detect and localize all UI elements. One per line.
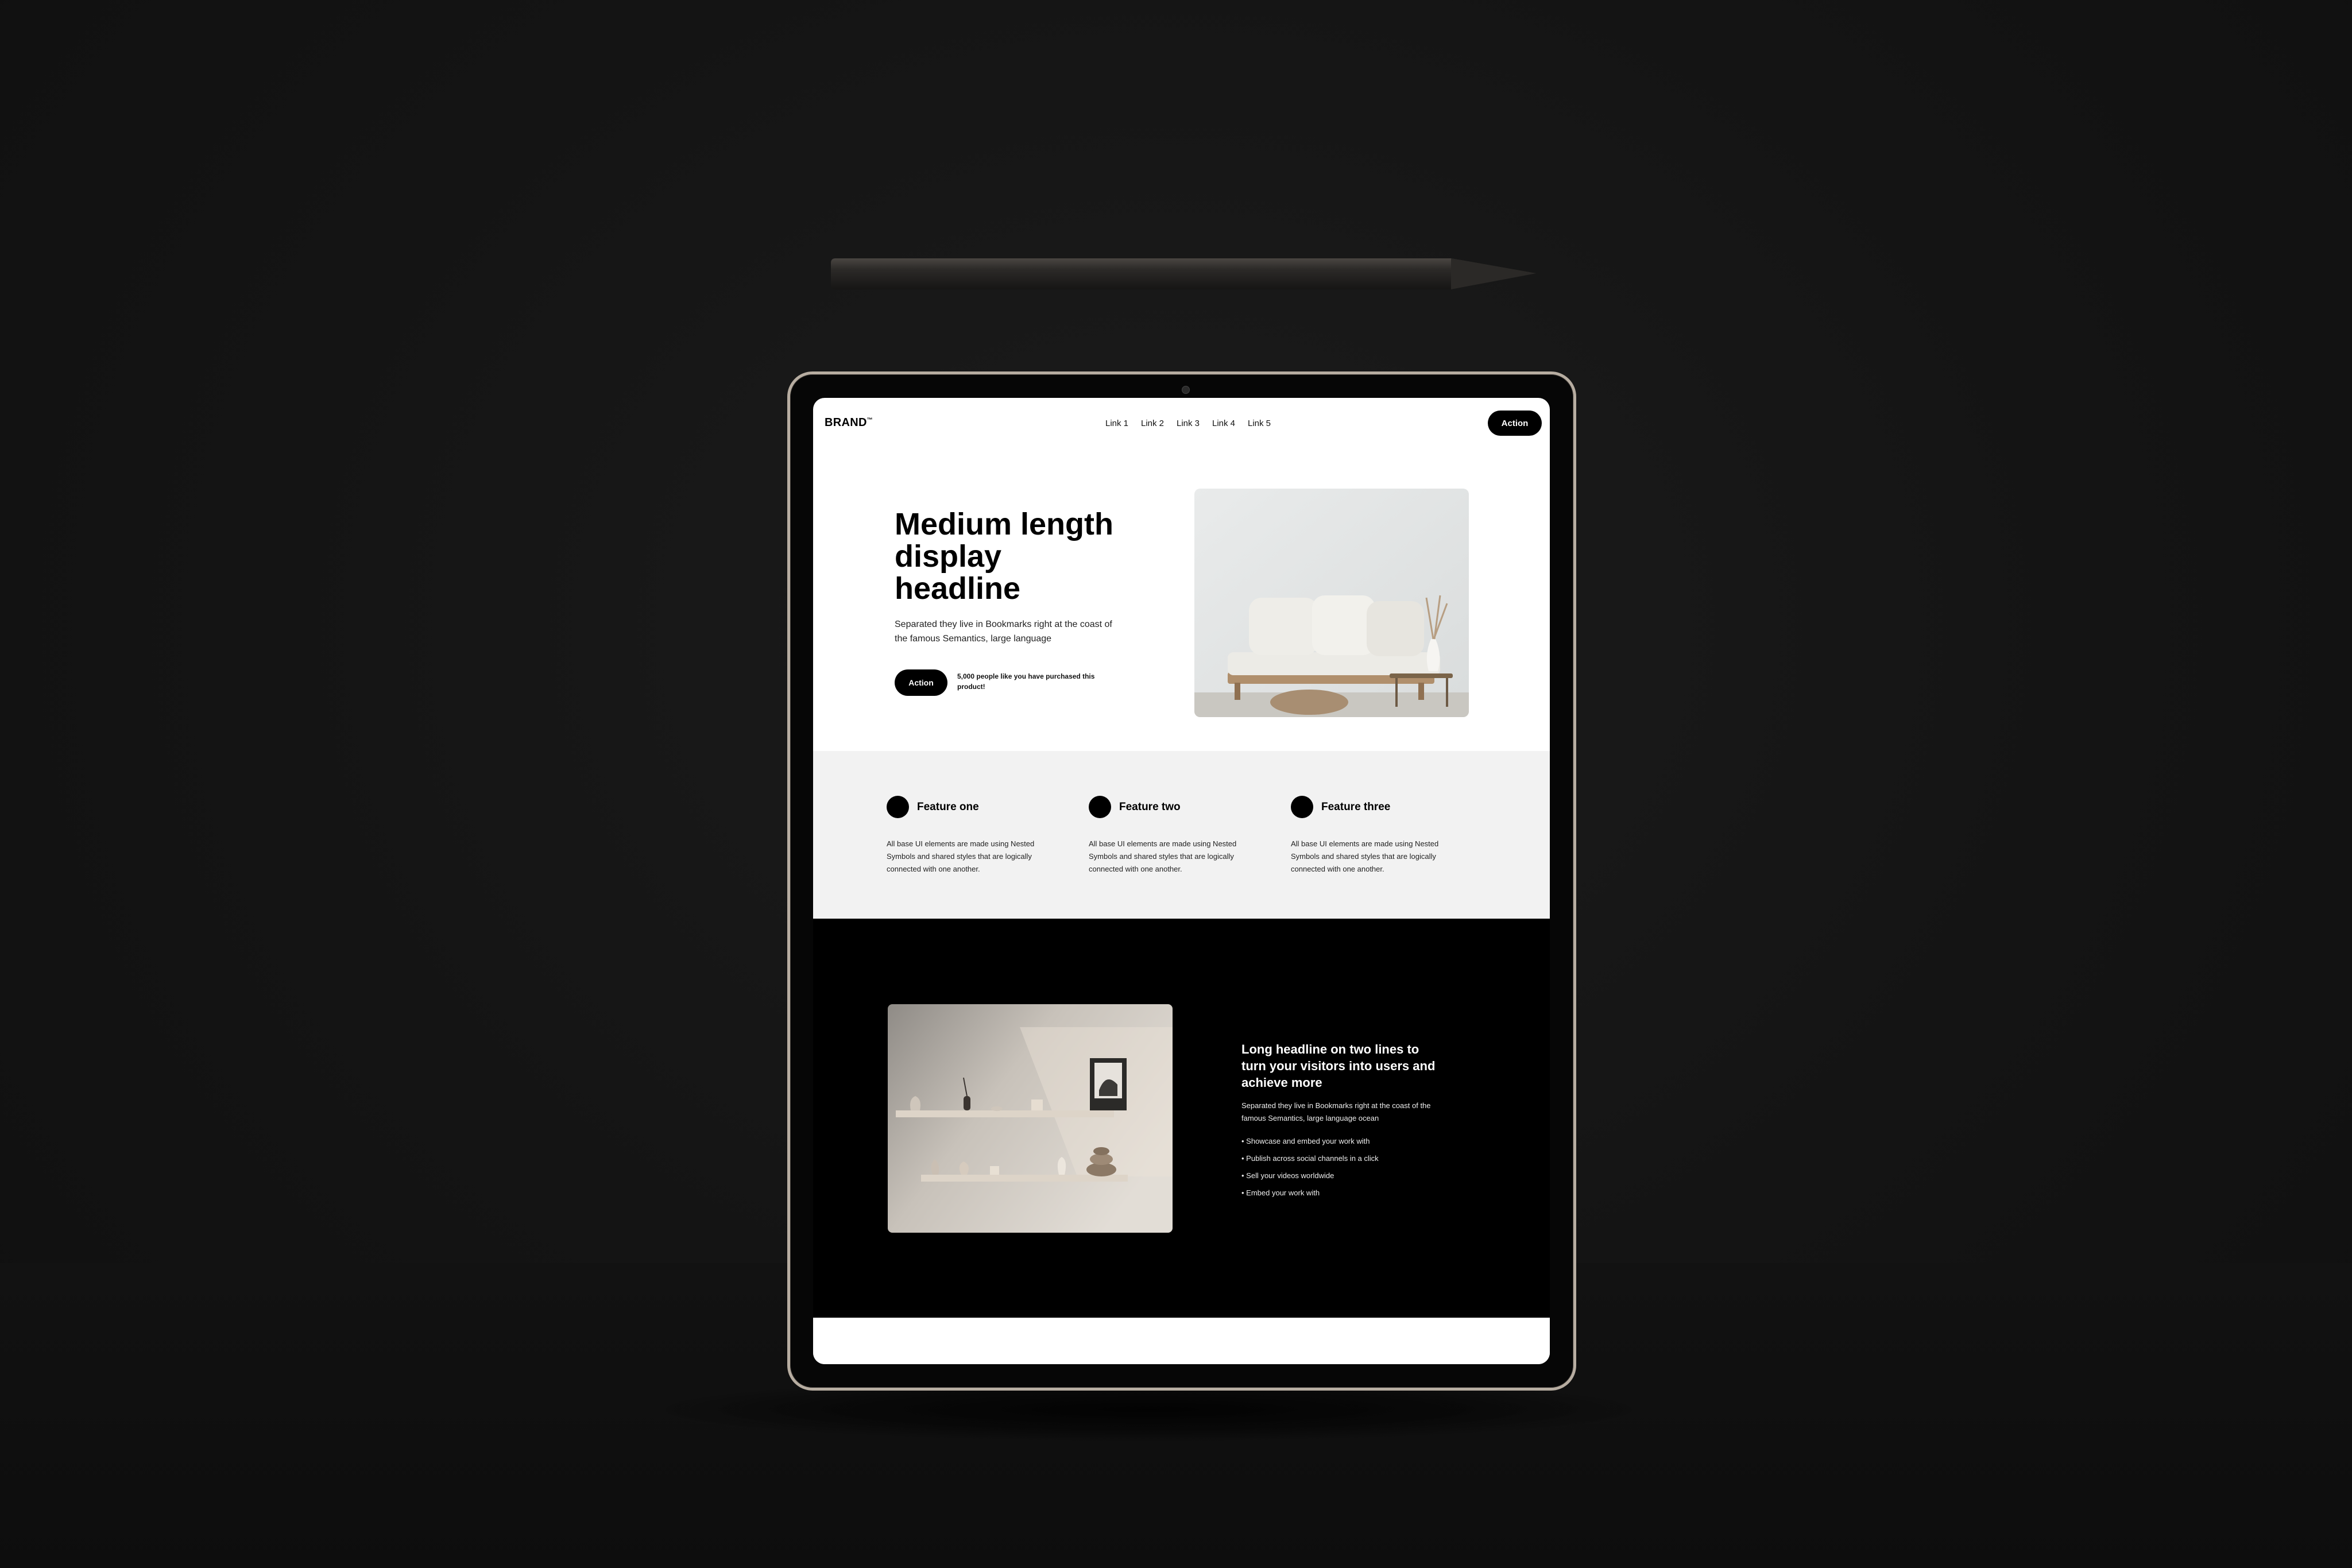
hero-headline-line: headline bbox=[895, 571, 1021, 606]
mockup-scene: BRAND™ Link 1 Link 2 Link 3 Link 4 Link … bbox=[0, 0, 2352, 1568]
feature-text: All base UI elements are made using Nest… bbox=[1291, 838, 1475, 876]
promo-headline: Long headline on two lines to turn your … bbox=[1241, 1041, 1477, 1091]
nav-link-1[interactable]: Link 1 bbox=[1099, 419, 1135, 428]
promo-headline-line: turn your visitors into users and bbox=[1241, 1059, 1436, 1073]
promo-bullet: • Showcase and embed your work with bbox=[1241, 1137, 1370, 1145]
hero-subtitle-line: the famous Semantics, large language bbox=[895, 634, 1052, 644]
hero-sofa-image bbox=[1194, 489, 1469, 717]
feature-text-line: All base UI elements are made using Nest… bbox=[887, 839, 1035, 848]
promo-bullet: • Embed your work with bbox=[1241, 1188, 1320, 1197]
feature-text: All base UI elements are made using Nest… bbox=[887, 838, 1070, 876]
trademark-mark: ™ bbox=[866, 417, 873, 424]
nav-link-2[interactable]: Link 2 bbox=[1135, 419, 1170, 428]
feature-circle-icon bbox=[887, 796, 909, 818]
feature-text-line: Symbols and shared styles that are logic… bbox=[887, 852, 1032, 861]
feature-circle-icon bbox=[1089, 796, 1111, 818]
feature-title: Feature two bbox=[1119, 801, 1181, 813]
nav-link-4[interactable]: Link 4 bbox=[1206, 419, 1241, 428]
feature-text-line: Symbols and shared styles that are logic… bbox=[1089, 852, 1234, 861]
social-proof-text: 5,000 people like you have purchased thi… bbox=[957, 671, 1124, 692]
brand-name: BRAND bbox=[825, 416, 867, 429]
hero-headline-line: display bbox=[895, 539, 1002, 574]
hero-headline-line: Medium length bbox=[895, 507, 1113, 541]
social-proof-line: product! bbox=[957, 683, 985, 691]
top-nav: BRAND™ Link 1 Link 2 Link 3 Link 4 Link … bbox=[813, 398, 1550, 450]
promo-bullet-list: • Showcase and embed your work with • Pu… bbox=[1241, 1133, 1379, 1202]
promo-bullet: • Sell your videos worldwide bbox=[1241, 1171, 1334, 1180]
hero-action-button[interactable]: Action bbox=[895, 669, 947, 696]
tablet-screen: BRAND™ Link 1 Link 2 Link 3 Link 4 Link … bbox=[813, 398, 1550, 1364]
feature-text-line: connected with one another. bbox=[1089, 865, 1182, 873]
feature-text-line: All base UI elements are made using Nest… bbox=[1291, 839, 1439, 848]
sofa-illustration bbox=[1194, 489, 1469, 717]
feature-text-line: All base UI elements are made using Nest… bbox=[1089, 839, 1237, 848]
hero-subtitle: Separated they live in Bookmarks right a… bbox=[895, 617, 1136, 646]
feature-text-line: connected with one another. bbox=[1291, 865, 1384, 873]
promo-subtitle-line: famous Semantics, large language ocean bbox=[1241, 1114, 1379, 1122]
nav-links: Link 1 Link 2 Link 3 Link 4 Link 5 bbox=[1099, 419, 1277, 428]
tablet-device: BRAND™ Link 1 Link 2 Link 3 Link 4 Link … bbox=[787, 371, 1576, 1391]
shelves-illustration bbox=[888, 1004, 1173, 1233]
stylus-pencil bbox=[831, 258, 1536, 289]
feature-title: Feature three bbox=[1321, 801, 1391, 813]
nav-link-3[interactable]: Link 3 bbox=[1170, 419, 1206, 428]
promo-bullet: • Publish across social channels in a cl… bbox=[1241, 1154, 1379, 1163]
hero-subtitle-line: Separated they live in Bookmarks right a… bbox=[895, 620, 1112, 629]
social-proof-line: 5,000 people like you have purchased thi… bbox=[957, 672, 1095, 680]
nav-link-5[interactable]: Link 5 bbox=[1241, 419, 1277, 428]
brand-logo[interactable]: BRAND™ bbox=[825, 416, 873, 429]
feature-text: All base UI elements are made using Nest… bbox=[1089, 838, 1272, 876]
promo-headline-line: Long headline on two lines to bbox=[1241, 1042, 1419, 1056]
camera-icon bbox=[1182, 386, 1190, 394]
hero-headline: Medium length display headline bbox=[895, 508, 1147, 605]
promo-subtitle-line: Separated they live in Bookmarks right a… bbox=[1241, 1101, 1431, 1110]
promo-headline-line: achieve more bbox=[1241, 1075, 1322, 1090]
shelves-image bbox=[888, 1004, 1173, 1233]
promo-section: Long headline on two lines to turn your … bbox=[813, 919, 1550, 1318]
feature-text-line: Symbols and shared styles that are logic… bbox=[1291, 852, 1436, 861]
nav-action-button[interactable]: Action bbox=[1488, 411, 1542, 436]
features-section: Feature one All base UI elements are mad… bbox=[813, 751, 1550, 919]
promo-subtitle: Separated they live in Bookmarks right a… bbox=[1241, 1099, 1471, 1125]
feature-title: Feature one bbox=[917, 801, 979, 813]
next-section-peek bbox=[813, 1318, 1550, 1364]
feature-text-line: connected with one another. bbox=[887, 865, 980, 873]
feature-circle-icon bbox=[1291, 796, 1313, 818]
